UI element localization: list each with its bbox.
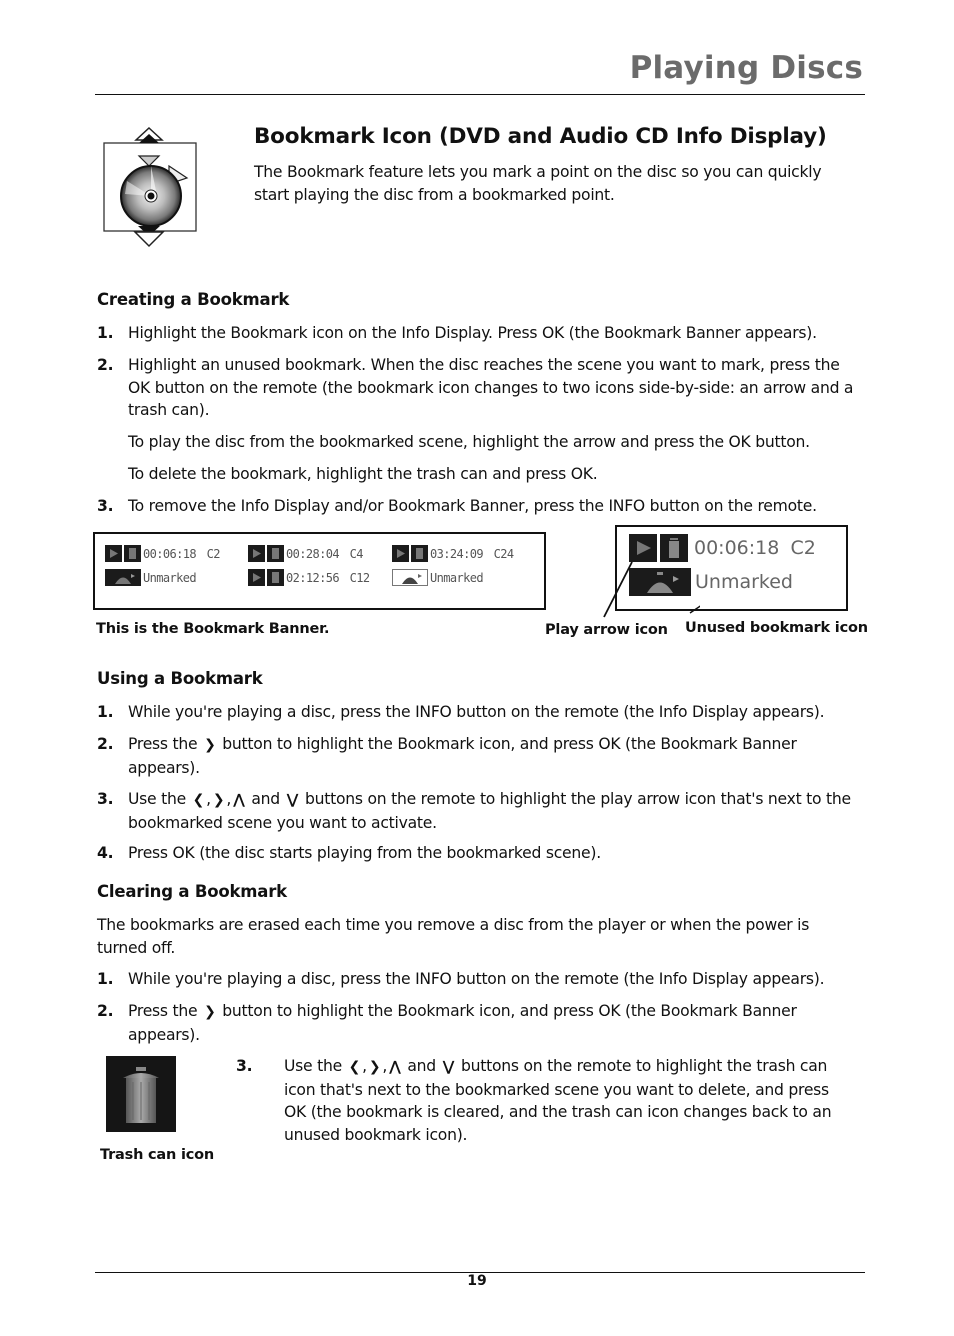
creating-heading: Creating a Bookmark <box>97 290 290 309</box>
play-arrow-caption: Play arrow icon <box>545 622 668 638</box>
creating-step-2: 2. Highlight an unused bookmark. When th… <box>97 354 867 424</box>
page-number: 19 <box>467 1273 487 1289</box>
play-arrow-icon <box>105 545 122 562</box>
step-text: Highlight an unused bookmark. When the d… <box>128 356 854 419</box>
play-arrow-icon <box>392 545 409 562</box>
step-number: 1. <box>97 970 114 988</box>
trash-can-caption: Trash can icon <box>100 1147 215 1163</box>
trash-can-icon <box>411 545 428 562</box>
callout-leader-lines <box>603 561 700 618</box>
trash-can-icon <box>106 1056 176 1132</box>
step-number: 3. <box>236 1057 253 1075</box>
banner-entry-6: Unmarked <box>392 569 484 586</box>
down-arrow-icon: ⋁ <box>286 792 299 808</box>
banner-entry-5: 03:24:09 C24 <box>392 545 514 562</box>
step-text-pre: Press the <box>128 1002 198 1020</box>
unused-bookmark-icon <box>105 569 141 586</box>
step-number: 1. <box>97 324 114 342</box>
callout-row-marked: 00:06:18 C2 <box>629 534 816 562</box>
play-arrow-icon <box>629 534 657 562</box>
banner-label: Unmarked <box>430 570 484 585</box>
creating-step-3: 3. To remove the Info Display and/or Boo… <box>97 495 867 518</box>
up-arrow-icon: ⋀ <box>389 1059 401 1075</box>
clearing-heading: Clearing a Bookmark <box>97 882 287 901</box>
play-arrow-icon <box>248 569 265 586</box>
section-intro: The Bookmark feature lets you mark a poi… <box>254 163 822 204</box>
clearing-step-3: 3. Use the ❮, ❯, ⋀ and ⋁ buttons on the re… <box>236 1057 832 1144</box>
and-word: and <box>251 790 280 808</box>
banner-time: 00:28:04 <box>286 546 340 561</box>
step-text-post: buttons on the remote to highlight the t… <box>284 1057 832 1144</box>
step-number: 3. <box>97 497 114 515</box>
up-arrow-icon: ⋀ <box>233 792 245 808</box>
banner-caption: This is the Bookmark Banner. <box>96 621 330 637</box>
play-arrow-icon <box>248 545 265 562</box>
step-text-post: button to highlight the Bookmark icon, a… <box>128 735 797 777</box>
down-arrow-icon: ⋁ <box>442 1059 455 1075</box>
trash-can-icon <box>267 569 284 586</box>
step-number: 4. <box>97 844 114 862</box>
clearing-step-1: 1. While you're playing a disc, press th… <box>97 968 867 991</box>
step-number: 2. <box>97 356 114 374</box>
trash-can-icon <box>124 545 141 562</box>
right-arrow-icon: ❯ <box>204 1004 216 1020</box>
note-play: To play the disc from the bookmarked sce… <box>128 433 810 451</box>
callout-chapter: C2 <box>790 537 816 559</box>
step-text: While you're playing a disc, press the I… <box>128 703 825 721</box>
step-number: 3. <box>97 790 114 808</box>
trash-can-icon <box>660 534 688 562</box>
step-number: 1. <box>97 703 114 721</box>
right-arrow-icon: ❯ <box>212 792 225 808</box>
callout-time: 00:06:18 <box>694 537 780 559</box>
section-title: Bookmark Icon (DVD and Audio CD Info Dis… <box>254 124 827 149</box>
clearing-intro: The bookmarks are erased each time you r… <box>97 916 810 957</box>
banner-entry-3: 00:28:04 C4 <box>248 545 363 562</box>
right-arrow-icon: ❯ <box>204 737 216 753</box>
step-number: 2. <box>97 1002 114 1020</box>
trash-can-icon <box>267 545 284 562</box>
using-step-4: 4. Press OK (the disc starts playing fro… <box>97 842 867 865</box>
creating-step-1: 1. Highlight the Bookmark icon on the In… <box>97 322 867 345</box>
banner-time: 00:06:18 <box>143 546 197 561</box>
banner-time: 03:24:09 <box>430 546 484 561</box>
using-step-2: 2. Press the ❯ button to highlight the B… <box>97 733 867 779</box>
banner-chapter: C2 <box>206 546 221 561</box>
step-text-pre: Press the <box>128 735 198 753</box>
unused-bookmark-icon <box>392 569 428 586</box>
and-word: and <box>407 1057 436 1075</box>
using-step-3: 3. Use the ❮, ❯, ⋀ and ⋁ buttons on the re… <box>97 790 851 832</box>
step-text-post: button to highlight the Bookmark icon, a… <box>128 1002 797 1044</box>
banner-entry-1: 00:06:18 C2 <box>105 545 220 562</box>
clearing-step-2: 2. Press the ❯ button to highlight the B… <box>97 1000 867 1046</box>
banner-entry-4: 02:12:56 C12 <box>248 569 370 586</box>
banner-chapter: C12 <box>349 570 370 585</box>
step-text-pre: Use the <box>128 790 186 808</box>
step-number: 2. <box>97 735 114 753</box>
banner-entry-2: Unmarked <box>105 569 197 586</box>
left-arrow-icon: ❮ <box>192 792 205 808</box>
using-step-1: 1. While you're playing a disc, press th… <box>97 701 867 724</box>
banner-time: 02:12:56 <box>286 570 340 585</box>
note-delete: To delete the bookmark, highlight the tr… <box>128 465 598 483</box>
right-arrow-icon: ❯ <box>368 1059 381 1075</box>
callout-unmarked: Unmarked <box>695 571 793 593</box>
using-heading: Using a Bookmark <box>97 669 263 688</box>
step-text: To remove the Info Display and/or Bookma… <box>128 497 817 515</box>
step-text-pre: Use the <box>284 1057 342 1075</box>
banner-label: Unmarked <box>143 570 197 585</box>
unused-bookmark-caption: Unused bookmark icon <box>685 620 868 636</box>
banner-chapter: C4 <box>349 546 364 561</box>
step-text: Highlight the Bookmark icon on the Info … <box>128 324 817 342</box>
header-rule <box>95 94 865 95</box>
bookmark-banner: 00:06:18 C2 Unmarked 00:28:04 C4 02:12:5… <box>93 532 546 610</box>
banner-chapter: C24 <box>493 546 514 561</box>
page-title: Playing Discs <box>629 50 863 86</box>
step-text: While you're playing a disc, press the I… <box>128 970 825 988</box>
step-text: Press OK (the disc starts playing from t… <box>128 844 601 862</box>
left-arrow-icon: ❮ <box>348 1059 361 1075</box>
bookmark-disc-icon <box>102 126 202 248</box>
